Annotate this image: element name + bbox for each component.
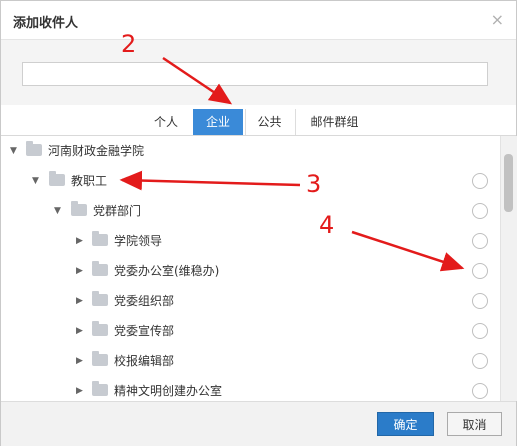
tree-node[interactable]: ▼ 教职工 [1,166,500,196]
folder-icon [71,201,87,216]
dialog-footer: 确定 取消 [1,401,516,446]
tree-node-label: 教职工 [71,174,108,188]
folder-icon [92,261,108,276]
caret-down-icon[interactable]: ▼ [54,206,61,216]
annotation-label-4: 4 [319,211,335,239]
tree-node-label: 校报编辑部 [114,354,175,368]
tree-node[interactable]: ▶ 党委组织部 [1,286,500,316]
dialog-titlebar: 添加收件人 × [1,1,516,40]
tab-enterprise[interactable]: 企业 [193,109,243,135]
tree-node-label: 党群部门 [93,204,142,218]
org-tree: ▼ 河南财政金融学院 ▼ 教职工 ▼ 党群部门 ▶ 学院领导 ▶ 党委办公室(维… [1,136,500,401]
folder-icon [92,351,108,366]
folder-icon [92,231,108,246]
caret-right-icon[interactable]: ▶ [76,296,83,306]
tree-node-label: 河南财政金融学院 [48,144,145,158]
caret-down-icon[interactable]: ▼ [10,146,17,156]
tree-node-label: 党委宣传部 [114,324,175,338]
select-radio[interactable] [472,233,488,249]
select-radio[interactable] [472,353,488,369]
tree-node[interactable]: ▶ 校报编辑部 [1,346,500,376]
select-radio[interactable] [472,203,488,219]
select-radio[interactable] [472,323,488,339]
close-icon[interactable]: × [491,10,504,29]
tree-node[interactable]: ▶ 党委宣传部 [1,316,500,346]
tab-bar: 个人 企业 公共 邮件群组 [1,105,516,136]
annotation-label-2: 2 [121,30,137,58]
tab-personal[interactable]: 个人 [144,109,188,135]
select-radio[interactable] [472,173,488,189]
caret-right-icon[interactable]: ▶ [76,236,83,246]
tree-node[interactable]: ▼ 党群部门 [1,196,500,226]
tree-node[interactable]: ▼ 河南财政金融学院 [1,136,500,166]
tree-node-label: 党委组织部 [114,294,175,308]
tree-node[interactable]: ▶ 精神文明创建办公室 [1,376,500,401]
tree-node[interactable]: ▶ 学院领导 [1,226,500,256]
tree-scrollbar[interactable] [500,136,517,401]
folder-icon [92,291,108,306]
caret-right-icon[interactable]: ▶ [76,326,83,336]
tree-node[interactable]: ▶ 党委办公室(维稳办) [1,256,500,286]
tab-mail-groups[interactable]: 邮件群组 [295,109,373,135]
add-recipient-dialog: 添加收件人 × 个人 企业 公共 邮件群组 ▼ 河南财政金融学院 ▼ 教职工 ▼… [0,0,517,446]
select-radio[interactable] [472,383,488,399]
folder-icon [92,321,108,336]
cancel-button[interactable]: 取消 [447,412,502,436]
tab-public[interactable]: 公共 [245,109,293,135]
tree-node-label: 党委办公室(维稳办) [114,264,220,278]
folder-icon [26,141,42,156]
dialog-title: 添加收件人 [13,16,79,31]
search-input[interactable] [22,62,488,86]
caret-right-icon[interactable]: ▶ [76,356,83,366]
tree-node-label: 精神文明创建办公室 [114,384,223,398]
select-radio[interactable] [472,263,488,279]
tree-node-label: 学院领导 [114,234,163,248]
folder-icon [92,381,108,396]
search-area [1,40,516,105]
caret-down-icon[interactable]: ▼ [32,176,39,186]
caret-right-icon[interactable]: ▶ [76,386,83,396]
scrollbar-thumb[interactable] [504,154,513,212]
caret-right-icon[interactable]: ▶ [76,266,83,276]
annotation-label-3: 3 [306,170,322,198]
folder-icon [49,171,65,186]
select-radio[interactable] [472,293,488,309]
confirm-button[interactable]: 确定 [377,412,434,436]
